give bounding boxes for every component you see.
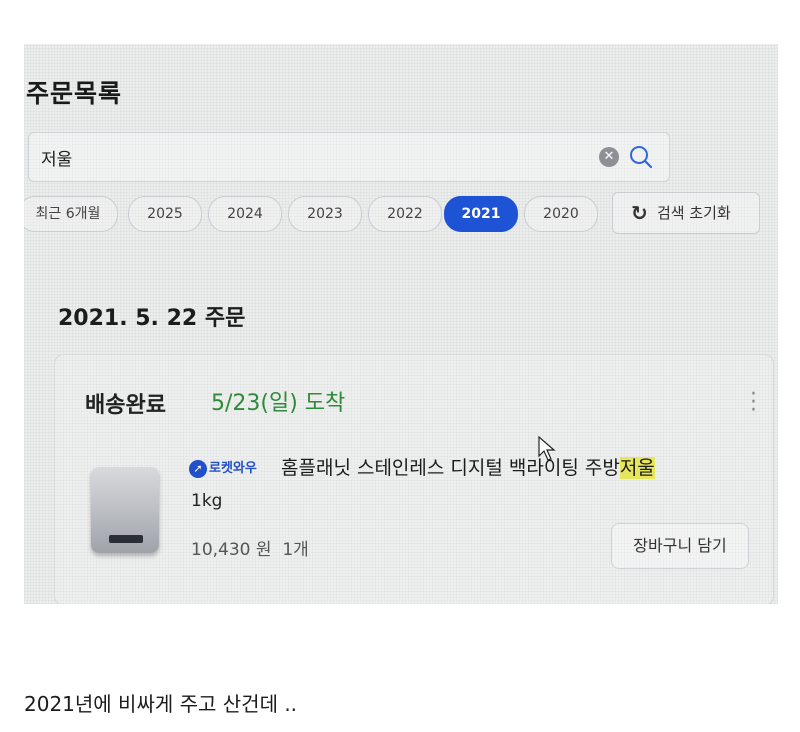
rocket-wow-label: 로켓와우 [209,461,257,476]
product-name[interactable]: 홈플래닛 스테인레스 디지털 백라이팅 주방저울 [281,453,655,480]
reset-search-button[interactable]: ↻ 검색 초기화 [612,192,760,234]
order-date: 2021. 5. 22 주문 [58,306,246,331]
product-name-text: 홈플래닛 스테인레스 디지털 백라이팅 주방 [281,457,620,479]
product-thumbnail[interactable] [91,467,159,553]
quantity: 1개 [282,540,309,560]
filter-chip-2024[interactable]: 2024 [208,196,282,232]
add-to-cart-button[interactable]: 장바구니 담기 [611,523,749,569]
scale-display [109,535,143,543]
screen-photo: 주문목록 ✕ 최근 6개월 2025 2024 2023 2022 2021 2… [24,44,778,604]
mouse-cursor-icon [538,436,556,461]
filter-chip-2022[interactable]: 2022 [368,196,442,232]
filter-chip-recent-6-months[interactable]: 최근 6개월 [24,196,118,232]
clear-icon[interactable]: ✕ [599,147,619,167]
page-title: 주문목록 [26,79,123,108]
delivery-status: 배송완료 [85,393,166,418]
order-card: 배송완료 5/23(일) 도착 · · · ➚ 로켓와우 홈플래닛 스테인레스 디지털… [54,354,774,604]
search-input[interactable] [39,141,583,173]
product-weight: 1kg [191,491,223,511]
search-highlight: 저울 [619,457,655,479]
rocket-icon: ➚ [189,459,207,478]
filter-chip-2020[interactable]: 2020 [524,196,598,232]
rocket-wow-badge: ➚ 로켓와우 [189,457,257,478]
post-caption: 2021년에 비싸게 주고 산건데 .. [24,692,298,716]
search-box: ✕ [28,132,670,182]
price-quantity: 10,430 원 1개 [191,535,309,560]
more-options-icon[interactable]: · · · [750,384,757,422]
filter-chip-2025[interactable]: 2025 [128,196,202,232]
arrival-date: 5/23(일) 도착 [211,391,346,416]
filter-chip-2023[interactable]: 2023 [288,196,362,232]
search-icon[interactable] [627,143,655,171]
filter-chip-2021[interactable]: 2021 [444,196,518,232]
reset-search-label: 검색 초기화 [657,204,731,222]
refresh-icon: ↻ [631,201,648,225]
price: 10,430 원 [191,540,272,560]
